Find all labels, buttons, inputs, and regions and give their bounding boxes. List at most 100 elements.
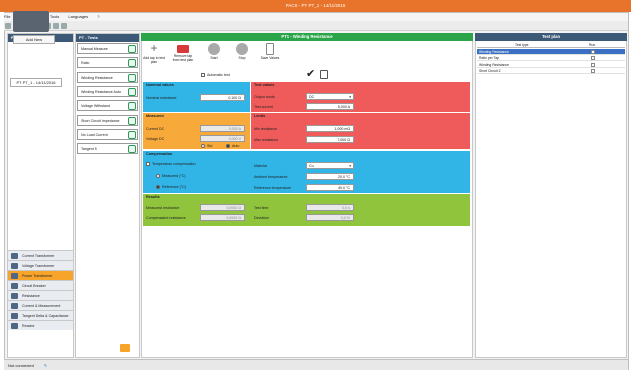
nominal-values-header: Nominal values — [146, 83, 174, 87]
nominal-resistance-field[interactable]: 0.100 Ω — [200, 94, 245, 101]
test-plan-row-label: Short Circuit Z — [479, 69, 501, 74]
ambient-temperature-field[interactable]: 20,0 °C — [306, 173, 354, 180]
nav-item[interactable]: Reactor — [8, 320, 73, 330]
test-plan-row[interactable]: Short Circuit Z — [477, 68, 625, 75]
nav-item[interactable]: Current & Measurement — [8, 300, 73, 310]
status-bar: Not connected ✎ — [4, 359, 628, 370]
test-item[interactable]: No Load Current — [77, 128, 138, 140]
test-add-icon[interactable] — [128, 102, 136, 111]
radio-measured[interactable] — [156, 174, 160, 178]
nav-item[interactable]: Resistance — [8, 290, 73, 300]
current-dc-field: 0,000 A — [200, 125, 245, 132]
menu-languages[interactable]: Languages — [68, 14, 88, 19]
run-checkbox[interactable] — [591, 69, 595, 74]
test-item-label: Ratio — [81, 61, 90, 66]
test-item[interactable]: Short Circuit Impedance — [77, 114, 138, 126]
menu-file[interactable]: File — [4, 14, 10, 19]
device-type-nav: Current Transformer Voltage Transformer Po… — [8, 250, 73, 330]
test-add-icon[interactable] — [128, 45, 136, 53]
test-item-label: Voltage Withstand — [81, 104, 110, 109]
nav-item-label: Resistance — [22, 294, 40, 298]
radio-reference[interactable] — [156, 185, 160, 189]
add-new-button[interactable]: Add New — [13, 35, 55, 44]
lock-icon[interactable] — [120, 344, 130, 352]
test-add-icon[interactable] — [128, 73, 136, 82]
automatic-test-checkbox[interactable] — [201, 73, 205, 77]
test-item-label: Manual Measure — [81, 47, 108, 51]
compensated-resistance-field: 0,0000 Ω — [200, 214, 245, 221]
document-icon — [266, 43, 274, 55]
connection-status: Not connected — [8, 363, 34, 368]
test-current-field[interactable]: 5,000 A — [306, 103, 354, 110]
max-resistance-field[interactable]: 7,000 Ω — [306, 136, 354, 143]
test-item[interactable]: Tangent δ — [77, 143, 138, 155]
voltage-dc-label: Voltage DC — [146, 137, 165, 141]
min-resistance-field[interactable]: 1,000 mΩ — [306, 125, 354, 132]
test-plan-row[interactable]: Winding Resistance — [477, 62, 625, 68]
automatic-test-label: Automatic test — [207, 73, 230, 77]
title-bar: PACS - PT PT_1 - 14/11/2016 — [0, 0, 631, 12]
menu-tools[interactable]: Tools — [50, 14, 59, 19]
test-add-icon[interactable] — [128, 116, 136, 125]
test-add-icon[interactable] — [128, 130, 136, 139]
compensated-resistance-label: Compensated resistance — [146, 216, 186, 220]
test-add-icon[interactable] — [128, 87, 136, 96]
test-plan-row[interactable]: Ratio per Tap — [477, 55, 625, 62]
test-item[interactable]: Winding Resistance Auto — [77, 85, 138, 97]
test-add-icon[interactable] — [128, 59, 136, 68]
nav-item[interactable]: Current Transformer — [8, 250, 73, 260]
results-header: Results — [146, 195, 160, 199]
min-resistance-label: Min resistance — [254, 127, 278, 131]
device-item[interactable]: PT PT_1 - 14/11/2016 — [10, 78, 62, 87]
device-type-icon — [11, 303, 18, 309]
nav-item[interactable]: Tangent Delta & Capacitance — [8, 310, 73, 320]
device-type-icon — [11, 263, 18, 269]
chevron-down-icon: ▾ — [349, 95, 351, 99]
material-select[interactable]: Cu ▾ — [306, 162, 354, 169]
test-values-section: Test values — [251, 82, 470, 112]
temp-compensation-checkbox[interactable] — [146, 162, 150, 166]
tests-panel-header: PT - Tests — [76, 34, 139, 42]
ambient-temperature-label: Ambient temperature — [254, 175, 288, 179]
start-button[interactable]: Start — [203, 43, 225, 60]
export-icon[interactable] — [320, 70, 328, 79]
add-tap-button[interactable]: + Add tap to test plan — [143, 42, 165, 64]
run-checkbox[interactable] — [591, 50, 595, 54]
menu-help[interactable]: ? — [97, 14, 99, 19]
remove-tap-button[interactable]: Remove tap from test plan — [172, 43, 194, 62]
test-item[interactable]: Voltage Withstand — [77, 100, 138, 112]
output-mode-select[interactable]: DC ▾ — [306, 93, 354, 100]
new-icon[interactable] — [5, 23, 11, 29]
radio-auto[interactable] — [226, 144, 230, 148]
radio-std[interactable] — [201, 144, 205, 148]
reference-temperature-field[interactable]: 40,0 °C — [306, 184, 354, 191]
stop-button[interactable]: Stop — [231, 43, 253, 60]
device-type-icon — [11, 293, 18, 299]
material-label: Material — [254, 164, 267, 168]
reference-temperature-label: Reference temperature — [254, 186, 291, 190]
test-item-label: Short Circuit Impedance — [81, 118, 120, 123]
run-checkbox[interactable] — [591, 56, 595, 61]
save-values-button[interactable]: Save Values — [259, 43, 281, 60]
settings-icon[interactable] — [61, 23, 67, 29]
test-item[interactable]: Winding Resistance — [77, 71, 138, 83]
test-item[interactable]: Manual Measure — [77, 43, 138, 54]
test-add-icon[interactable] — [128, 145, 136, 154]
report-icon[interactable] — [53, 23, 59, 29]
radio-measured-label: Measured (°C) — [162, 174, 186, 178]
max-resistance-label: Max resistance — [254, 138, 279, 142]
nav-item[interactable]: Circuit Breaker — [8, 280, 73, 290]
device-type-icon — [11, 283, 18, 289]
radio-auto-label: Auto — [232, 144, 240, 148]
test-item[interactable]: Ratio — [77, 57, 138, 69]
output-mode-label: Output mode — [254, 95, 275, 99]
nav-item[interactable]: Voltage Transformer — [8, 260, 73, 270]
test-plan-row[interactable]: Winding Resistance — [477, 49, 625, 55]
measured-header: Measured — [146, 114, 164, 118]
transformer-icon — [13, 11, 49, 32]
run-checkbox[interactable] — [591, 62, 595, 67]
compensation-header: Compensation — [146, 152, 173, 156]
col-test-type: Test type — [515, 43, 529, 47]
nav-item[interactable]: Power Transformer — [8, 270, 73, 280]
menu-bar: File Test Control Tools Languages ? — [4, 13, 628, 21]
